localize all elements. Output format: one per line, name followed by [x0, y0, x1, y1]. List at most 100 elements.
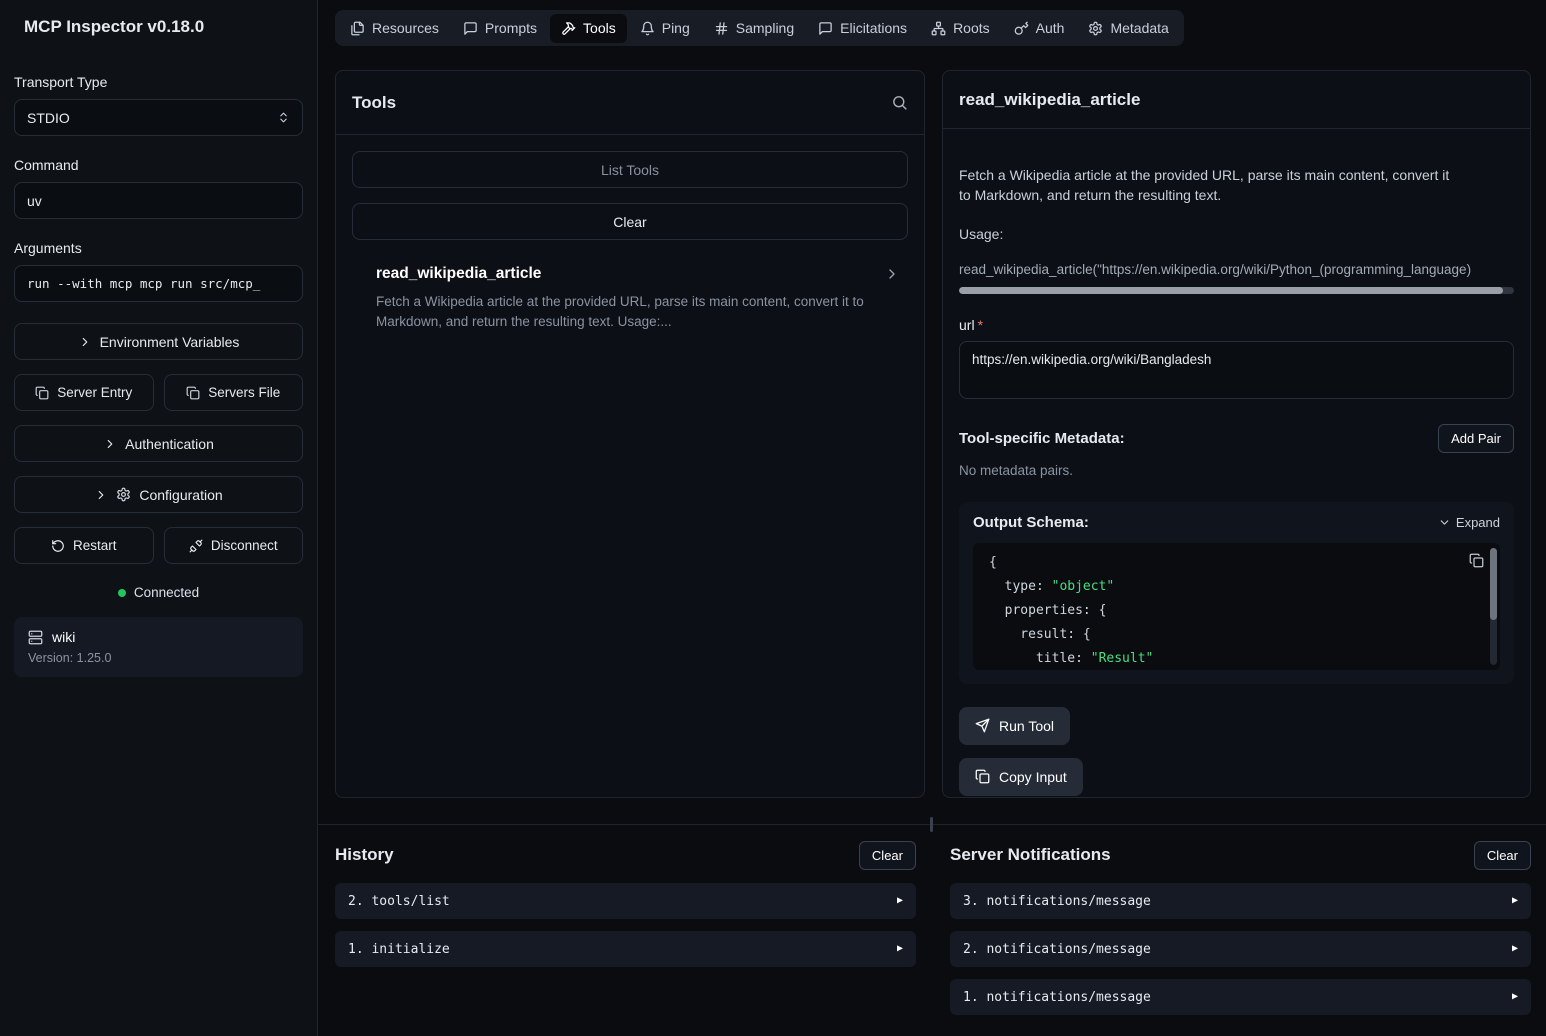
transport-type-label: Transport Type: [14, 74, 303, 90]
metadata-label: Tool-specific Metadata:: [959, 430, 1125, 447]
history-header: History Clear: [335, 839, 916, 871]
run-tool-label: Run Tool: [999, 718, 1054, 734]
output-schema-code: { type: "object" properties: { result: {…: [989, 551, 1472, 670]
notifications-header: Server Notifications Clear: [950, 839, 1531, 871]
chevrons-up-down-icon: [277, 111, 290, 124]
notifications-title: Server Notifications: [950, 845, 1111, 865]
expand-play-icon[interactable]: ▶: [1512, 992, 1518, 1002]
tool-item-head: read_wikipedia_article: [376, 265, 900, 283]
disconnect-button[interactable]: Disconnect: [164, 527, 304, 564]
history-item-label: 2. tools/list: [348, 894, 450, 909]
tab-prompts[interactable]: Prompts: [452, 14, 548, 43]
tab-sampling[interactable]: Sampling: [703, 14, 805, 43]
transport-type-value: STDIO: [27, 110, 70, 126]
expand-schema-button[interactable]: Expand: [1438, 515, 1500, 530]
copy-input-button[interactable]: Copy Input: [959, 758, 1083, 796]
add-pair-button[interactable]: Add Pair: [1438, 424, 1514, 453]
transport-type-select[interactable]: STDIO: [14, 99, 303, 136]
tool-detail-panel: read_wikipedia_article Fetch a Wikipedia…: [942, 70, 1531, 798]
history-item[interactable]: 2. tools/list ▶: [335, 883, 916, 919]
chevron-right-icon: [103, 437, 117, 451]
tab-auth[interactable]: Auth: [1003, 14, 1076, 43]
authentication-button[interactable]: Authentication: [14, 425, 303, 462]
connected-dot-icon: [118, 589, 126, 597]
history-item[interactable]: 1. initialize ▶: [335, 931, 916, 967]
connection-status-label: Connected: [134, 585, 199, 600]
tab-ping[interactable]: Ping: [629, 14, 701, 43]
tool-detail-description: Fetch a Wikipedia article at the provide…: [959, 165, 1459, 206]
resources-icon: [350, 21, 365, 36]
panel-splitter-handle[interactable]: [930, 817, 933, 832]
usage-horizontal-scrollbar[interactable]: [959, 287, 1514, 294]
chevron-right-icon: [78, 335, 92, 349]
output-schema-header: Output Schema: Expand: [973, 514, 1500, 531]
configuration-button[interactable]: Configuration: [14, 476, 303, 513]
notification-item[interactable]: 3. notifications/message ▶: [950, 883, 1531, 919]
copy-input-label: Copy Input: [999, 769, 1067, 785]
url-field-label: url*: [959, 317, 1514, 333]
server-file-buttons-row: Server Entry Servers File: [14, 374, 303, 425]
scrollbar-thumb[interactable]: [959, 287, 1503, 294]
unplug-icon: [189, 539, 203, 553]
url-input[interactable]: https://en.wikipedia.org/wiki/Bangladesh: [959, 341, 1514, 399]
tab-resources[interactable]: Resources: [339, 14, 450, 43]
clear-notifications-button[interactable]: Clear: [1474, 841, 1531, 870]
hash-icon: [714, 21, 729, 36]
send-icon: [975, 718, 990, 733]
clear-tools-button[interactable]: Clear: [352, 203, 908, 240]
restart-button[interactable]: Restart: [14, 527, 154, 564]
server-entry-button[interactable]: Server Entry: [14, 374, 154, 411]
server-icon: [28, 630, 43, 645]
connection-buttons-row: Restart Disconnect: [14, 527, 303, 578]
metadata-row: Tool-specific Metadata: Add Pair: [959, 424, 1514, 453]
tool-list-item[interactable]: read_wikipedia_article Fetch a Wikipedia…: [352, 261, 908, 337]
expand-play-icon[interactable]: ▶: [1512, 896, 1518, 906]
expand-play-icon[interactable]: ▶: [897, 896, 903, 906]
list-tools-button[interactable]: List Tools: [352, 151, 908, 188]
copy-icon: [186, 386, 200, 400]
chevron-right-icon: [94, 488, 108, 502]
notification-item-label: 2. notifications/message: [963, 942, 1151, 957]
copy-icon: [35, 386, 49, 400]
tab-metadata[interactable]: Metadata: [1077, 14, 1179, 43]
expand-label: Expand: [1456, 515, 1500, 530]
server-name-row: wiki: [28, 629, 289, 645]
tab-elicitations[interactable]: Elicitations: [807, 14, 918, 43]
notification-rows: 3. notifications/message ▶ 2. notificati…: [950, 883, 1531, 1015]
schema-vertical-scrollbar[interactable]: [1490, 548, 1497, 665]
arguments-input[interactable]: [14, 265, 303, 302]
gear-icon: [1088, 21, 1103, 36]
environment-variables-button[interactable]: Environment Variables: [14, 323, 303, 360]
notification-item[interactable]: 2. notifications/message ▶: [950, 931, 1531, 967]
tools-panel-body: List Tools Clear read_wikipedia_article …: [336, 135, 924, 353]
arguments-label: Arguments: [14, 240, 303, 256]
app-title: MCP Inspector v0.18.0: [24, 17, 293, 37]
scrollbar-thumb[interactable]: [1490, 548, 1497, 621]
expand-play-icon[interactable]: ▶: [897, 944, 903, 954]
output-schema-label: Output Schema:: [973, 514, 1089, 531]
gear-icon: [116, 487, 131, 502]
server-version: Version: 1.25.0: [28, 651, 289, 665]
copy-schema-icon[interactable]: [1469, 553, 1484, 568]
required-asterisk: *: [978, 317, 983, 333]
hammer-icon: [561, 21, 576, 36]
environment-variables-label: Environment Variables: [100, 334, 240, 350]
tab-label: Elicitations: [840, 20, 907, 36]
history-rows: 2. tools/list ▶ 1. initialize ▶: [335, 883, 916, 967]
expand-play-icon[interactable]: ▶: [1512, 944, 1518, 954]
servers-file-button[interactable]: Servers File: [164, 374, 304, 411]
tool-name: read_wikipedia_article: [376, 265, 541, 283]
chat-bubble-icon: [463, 21, 478, 36]
tab-tools[interactable]: Tools: [550, 14, 627, 43]
tab-roots[interactable]: Roots: [920, 14, 1001, 43]
servers-file-label: Servers File: [208, 385, 280, 400]
command-input[interactable]: [14, 182, 303, 219]
detail-panel-body: Fetch a Wikipedia article at the provide…: [943, 129, 1530, 812]
clear-history-button[interactable]: Clear: [859, 841, 916, 870]
search-icon[interactable]: [891, 94, 908, 111]
tab-label: Auth: [1036, 20, 1065, 36]
run-tool-button[interactable]: Run Tool: [959, 707, 1070, 745]
url-label-text: url: [959, 317, 975, 333]
notification-item[interactable]: 1. notifications/message ▶: [950, 979, 1531, 1015]
tab-label: Resources: [372, 20, 439, 36]
